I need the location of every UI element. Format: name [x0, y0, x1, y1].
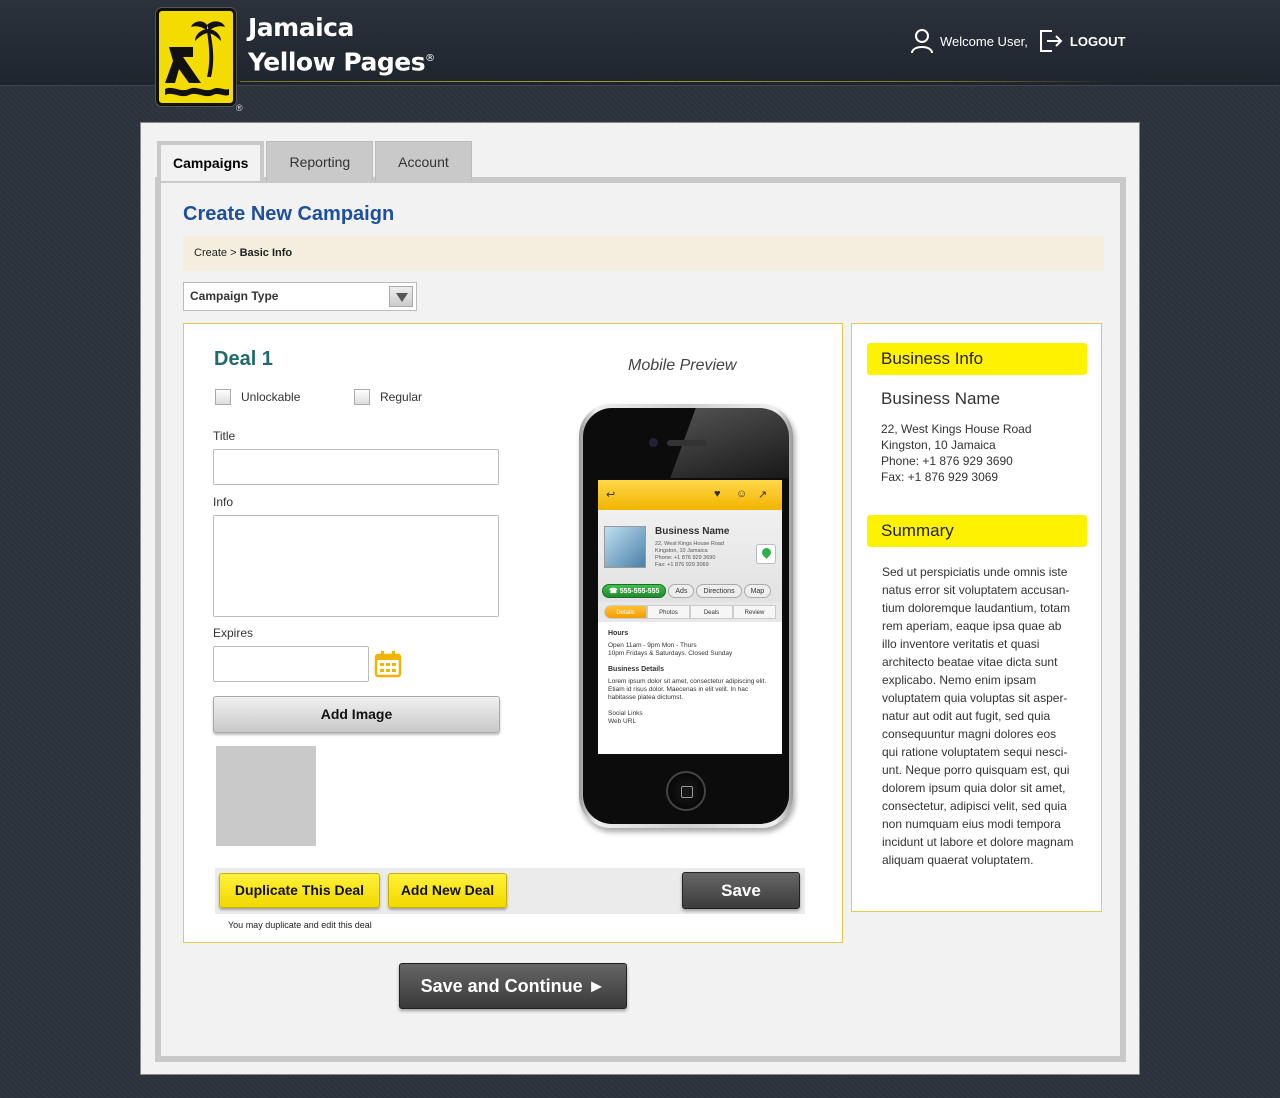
image-placeholder: [216, 746, 316, 846]
app-tab-details[interactable]: Details: [604, 605, 647, 619]
tab-reporting[interactable]: Reporting: [266, 141, 374, 181]
map-pin-icon[interactable]: [756, 544, 776, 564]
phone-body: ↩ ♥ ☺ ↗ Business Name 22, West Kings Hou…: [583, 408, 789, 824]
regular-label: Regular: [380, 390, 423, 404]
breadcrumb-prefix[interactable]: Create >: [194, 247, 237, 259]
business-address: 22, West Kings House Road Kingston, 10 J…: [881, 421, 1032, 485]
heart-icon[interactable]: ♥: [714, 488, 721, 500]
save-deal-button[interactable]: Save: [682, 872, 800, 909]
app-tab-photos[interactable]: Photos: [647, 605, 690, 619]
user-icon: [911, 29, 933, 54]
business-name: Business Name: [881, 389, 1001, 408]
title-label: Title: [213, 429, 236, 443]
add-new-deal-button[interactable]: Add New Deal: [388, 873, 507, 908]
brand-name: Jamaica Yellow Pages®: [248, 12, 435, 77]
regular-checkbox-box[interactable]: [354, 389, 370, 405]
logo-registered-mark: ®: [236, 103, 243, 113]
phone-speaker: [667, 440, 707, 446]
brand-line-1: Jamaica: [248, 13, 354, 42]
phone-icon: ☎: [609, 588, 618, 595]
share-icon[interactable]: ↗: [758, 488, 767, 501]
back-arrow-icon[interactable]: ↩: [606, 488, 615, 501]
tab-account[interactable]: Account: [375, 141, 472, 181]
info-label: Info: [213, 495, 234, 509]
business-info-card: Business Info Business Name 22, West Kin…: [851, 323, 1102, 912]
summary-heading: Summary: [867, 515, 1087, 547]
app-subtabs: Details Photos Deals Review: [598, 602, 782, 622]
business-fax: Fax: +1 876 929 3069: [881, 470, 999, 484]
business-info-heading: Business Info: [867, 343, 1087, 375]
app-web-url[interactable]: Web URL: [608, 718, 772, 726]
user-area: Welcome User, LOGOUT: [910, 26, 1126, 56]
breadcrumb-current: Basic Info: [239, 247, 293, 259]
deal-card: Deal 1 Unlockable Regular Title Info Exp…: [183, 323, 843, 943]
header-divider: [240, 81, 1120, 82]
app-hours-title: Hours: [608, 630, 629, 637]
walking-fingers-palm-icon: [165, 21, 229, 97]
business-address-line-2: Kingston, 10 Jamaica: [881, 438, 996, 452]
tab-campaigns[interactable]: Campaigns: [157, 141, 265, 181]
main-tabs: Campaigns Reporting Account: [157, 141, 474, 181]
app-tab-review[interactable]: Review: [733, 605, 776, 619]
summary-text: Sed ut perspiciatis unde omnis iste natu…: [882, 565, 1074, 867]
expires-input[interactable]: [213, 646, 369, 682]
logout-link[interactable]: LOGOUT: [1070, 34, 1126, 49]
duplicate-note: You may duplicate and edit this deal: [228, 920, 372, 930]
app-business-address: 22, West Kings House Road Kingston, 10 J…: [655, 541, 724, 568]
phone-screen: ↩ ♥ ☺ ↗ Business Name 22, West Kings Hou…: [598, 480, 782, 754]
app-hours-text: Open 11am - 9pm Mon - Thurs 10pm Fridays…: [608, 642, 733, 657]
title-input[interactable]: [213, 449, 499, 485]
app-business-block: Business Name 22, West Kings House Road …: [598, 510, 782, 602]
app-details-title: Business Details: [608, 666, 665, 673]
deal-action-bar: Duplicate This Deal Add New Deal Save: [215, 868, 805, 914]
logo[interactable]: [156, 8, 236, 106]
brand-registered-mark: ®: [425, 53, 435, 64]
calendar-icon[interactable]: [374, 650, 402, 678]
duplicate-deal-button[interactable]: Duplicate This Deal: [219, 873, 380, 908]
app-details-content: Hours Open 11am - 9pm Mon - Thurs 10pm F…: [598, 622, 782, 734]
phone-mockup: ↩ ♥ ☺ ↗ Business Name 22, West Kings Hou…: [579, 404, 793, 828]
app-social-links[interactable]: Social Links: [608, 710, 772, 718]
app-business-name: Business Name: [655, 526, 730, 537]
phone-home-button: [666, 771, 706, 811]
expires-label: Expires: [213, 626, 254, 640]
business-address-line-1: 22, West Kings House Road: [881, 422, 1032, 436]
person-icon[interactable]: ☺: [736, 488, 747, 500]
campaign-type-value: Campaign Type: [190, 289, 279, 303]
add-image-button[interactable]: Add Image: [213, 696, 500, 733]
save-and-continue-button[interactable]: Save and Continue ►: [399, 963, 627, 1009]
logout-icon[interactable]: [1038, 28, 1064, 54]
welcome-text: Welcome User,: [940, 33, 1028, 49]
dropdown-arrow-icon[interactable]: [389, 286, 413, 307]
unlockable-label: Unlockable: [241, 390, 301, 404]
app-map-chip[interactable]: Map: [743, 584, 772, 598]
phone-camera: [649, 438, 658, 447]
unlockable-checkbox-box[interactable]: [215, 389, 231, 405]
business-photo: [604, 526, 646, 568]
app-tab-deals[interactable]: Deals: [690, 605, 733, 619]
unlockable-checkbox[interactable]: Unlockable: [215, 389, 300, 405]
app-top-bar: ↩ ♥ ☺ ↗: [598, 480, 782, 510]
main-panel: Campaigns Reporting Account Create New C…: [140, 122, 1140, 1075]
info-textarea[interactable]: [213, 515, 499, 617]
regular-checkbox[interactable]: Regular: [354, 389, 422, 405]
campaign-type-select[interactable]: Campaign Type: [183, 282, 417, 311]
page-title: Create New Campaign: [183, 203, 395, 225]
mobile-preview-label: Mobile Preview: [628, 357, 737, 374]
business-phone: Phone: +1 876 929 3690: [881, 454, 1013, 468]
brand-line-2: Yellow Pages®: [248, 47, 435, 77]
app-directions-chip[interactable]: Directions: [696, 584, 742, 598]
app-ads-chip[interactable]: Ads: [668, 584, 695, 598]
breadcrumb: Create > Basic Info: [183, 236, 1104, 271]
deal-title: Deal 1: [214, 348, 273, 370]
app-call-chip[interactable]: ☎ 555-555-555: [602, 584, 667, 598]
app-action-chips: ☎ 555-555-555 Ads Directions Map: [602, 584, 773, 598]
app-details-text: Lorem ipsum dolor sit amet, consectetur …: [608, 678, 767, 701]
